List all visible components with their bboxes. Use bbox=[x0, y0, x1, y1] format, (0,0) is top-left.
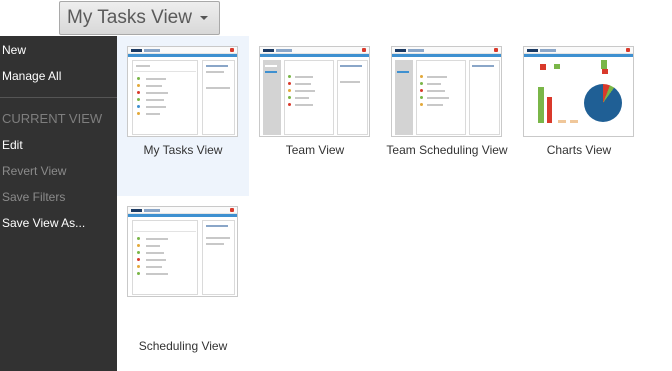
current-view-heading: CURRENT VIEW bbox=[2, 111, 103, 126]
view-tile-charts[interactable]: Charts View bbox=[513, 36, 645, 196]
view-tile-scheduling[interactable]: Scheduling View bbox=[117, 196, 249, 356]
view-tile-label: Scheduling View bbox=[138, 339, 228, 353]
view-thumbnail bbox=[259, 46, 370, 137]
menu-divider bbox=[0, 97, 117, 98]
menu-item-save-filters: Save Filters bbox=[2, 190, 66, 204]
view-selector-label: My Tasks View bbox=[67, 7, 192, 28]
view-thumbnail bbox=[391, 46, 502, 137]
menu-item-edit[interactable]: Edit bbox=[2, 138, 23, 152]
view-thumbnail bbox=[523, 46, 634, 137]
caret-down-icon bbox=[199, 16, 208, 20]
menu-item-save-view-as[interactable]: Save View As... bbox=[2, 216, 85, 230]
view-tile-label: Charts View bbox=[546, 143, 612, 157]
view-menu-sidebar: New Manage All CURRENT VIEW Edit Revert … bbox=[0, 36, 117, 371]
menu-item-manage-all[interactable]: Manage All bbox=[2, 69, 61, 83]
view-tile-team[interactable]: Team View bbox=[249, 36, 381, 196]
view-tile-my-tasks[interactable]: My Tasks View bbox=[117, 36, 249, 196]
view-thumbnail bbox=[127, 206, 238, 297]
menu-item-new[interactable]: New bbox=[2, 43, 26, 57]
view-thumbnail bbox=[127, 46, 238, 137]
view-tile-label: Team Scheduling View bbox=[386, 143, 508, 157]
view-tile-label: My Tasks View bbox=[143, 143, 223, 157]
view-selector-dropdown[interactable]: My Tasks View bbox=[59, 1, 220, 35]
view-tile-team-scheduling[interactable]: Team Scheduling View bbox=[381, 36, 513, 196]
menu-item-revert-view: Revert View bbox=[2, 164, 67, 178]
view-gallery: My Tasks View Team View Team Scheduling … bbox=[117, 36, 672, 371]
view-tile-label: Team View bbox=[285, 143, 345, 157]
header-bar: My Tasks View bbox=[0, 0, 672, 36]
